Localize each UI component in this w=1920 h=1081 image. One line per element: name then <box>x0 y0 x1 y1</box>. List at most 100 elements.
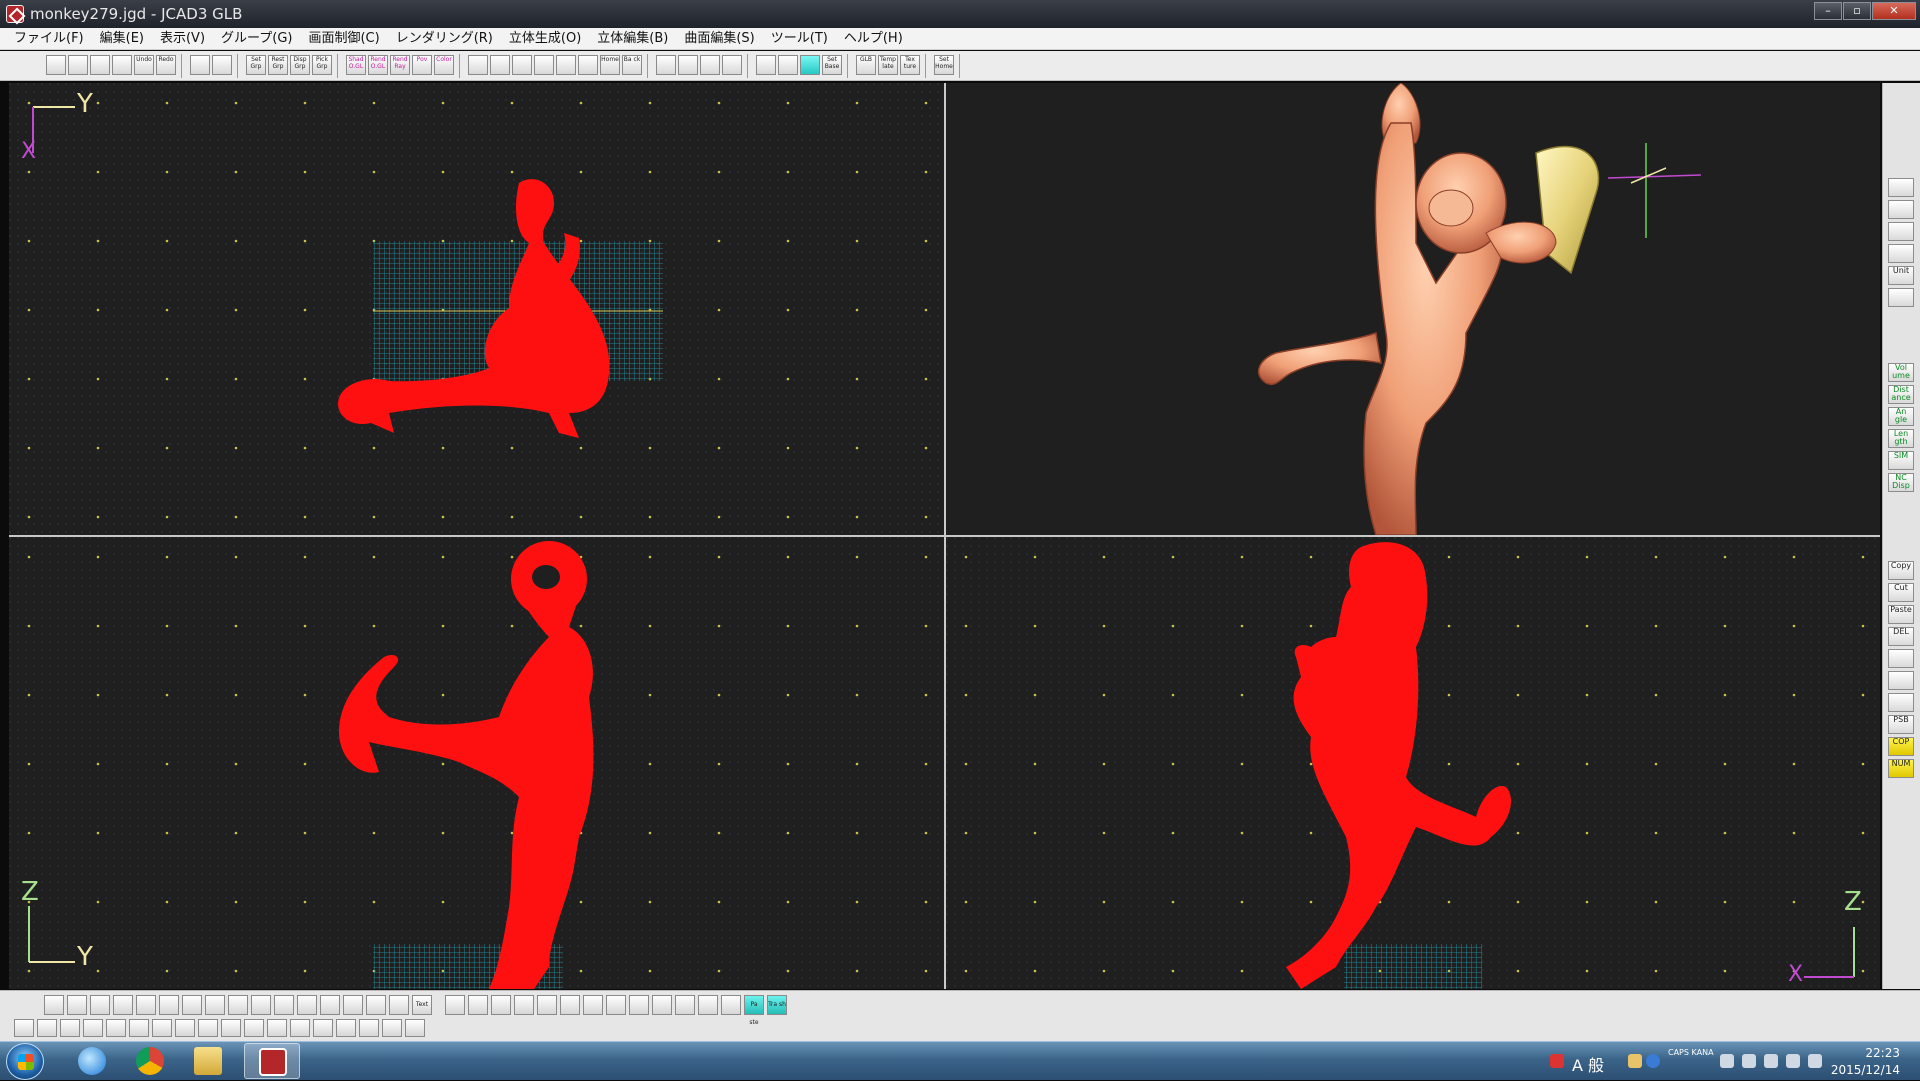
bottom-tool-5-icon[interactable] <box>159 995 179 1015</box>
taskbar-explorer[interactable] <box>180 1043 236 1079</box>
ime-indicator[interactable]: A 般 <box>1572 1052 1604 1076</box>
jcad-app-icon[interactable] <box>6 5 24 23</box>
palette-dist-ance-button[interactable]: Dist ance <box>1888 385 1914 404</box>
tray-expand-icon[interactable] <box>1720 1054 1734 1068</box>
palette-edit-4-icon[interactable] <box>1888 649 1914 668</box>
bottom-tool-20-icon[interactable] <box>514 995 534 1015</box>
bottom-tra-sh-button[interactable]: Tra sh <box>767 995 787 1015</box>
palette-copy-button[interactable]: Copy <box>1888 561 1914 580</box>
zoom-fit-icon[interactable] <box>512 55 532 75</box>
home-view-icon[interactable]: Home <box>600 55 620 75</box>
menu-view[interactable]: 表示(V) <box>152 28 213 50</box>
tray-flag-icon[interactable] <box>1764 1054 1778 1068</box>
bottom-tool-14-icon[interactable] <box>366 995 386 1015</box>
menu-screen-control[interactable]: 画面制御(C) <box>300 28 387 50</box>
bottom-tool-29-icon[interactable] <box>721 995 741 1015</box>
display-group-icon[interactable]: Disp Grp <box>290 55 310 75</box>
tray-app-icon[interactable] <box>1550 1054 1564 1068</box>
tray-display-icon[interactable] <box>1742 1054 1756 1068</box>
new-file-icon[interactable] <box>46 55 66 75</box>
palette-cut-button[interactable]: Cut <box>1888 583 1914 602</box>
redo-icon[interactable]: Redo <box>156 55 176 75</box>
bottom-row2-tool-12-icon[interactable] <box>290 1019 310 1037</box>
zoom-window-icon[interactable] <box>534 55 554 75</box>
reset-group-icon[interactable]: Rest Grp <box>268 55 288 75</box>
palette-paste-button[interactable]: Paste <box>1888 605 1914 624</box>
menu-edit[interactable]: 編集(E) <box>92 28 152 50</box>
palette-edit-6-icon[interactable] <box>1888 693 1914 712</box>
menu-solid-create[interactable]: 立体生成(O) <box>501 28 589 50</box>
bottom-tool-7-icon[interactable] <box>205 995 225 1015</box>
bottom-tool-8-icon[interactable] <box>228 995 248 1015</box>
bottom-tool-15-icon[interactable] <box>389 995 409 1015</box>
pov-icon[interactable]: Pov <box>412 55 432 75</box>
bottom-tool-19-icon[interactable] <box>491 995 511 1015</box>
set-group-icon[interactable]: Set Grp <box>246 55 266 75</box>
menu-rendering[interactable]: レンダリング(R) <box>388 28 501 50</box>
pick-group-icon[interactable]: Pick Grp <box>312 55 332 75</box>
palette-sim-button[interactable]: SIM <box>1888 451 1914 470</box>
menu-tools[interactable]: ツール(T) <box>763 28 836 50</box>
bottom-row2-tool-1-icon[interactable] <box>37 1019 57 1037</box>
bottom-tool-12-icon[interactable] <box>320 995 340 1015</box>
tray-volume-icon[interactable] <box>1808 1054 1822 1068</box>
palette-psb-button[interactable]: PSB <box>1888 715 1914 734</box>
bottom-tool-13-icon[interactable] <box>343 995 363 1015</box>
bottom-tool-0-icon[interactable] <box>44 995 64 1015</box>
bottom-tool-22-icon[interactable] <box>560 995 580 1015</box>
bottom-row2-tool-5-icon[interactable] <box>129 1019 149 1037</box>
zoom-out-icon[interactable] <box>490 55 510 75</box>
render-icon[interactable]: Rend O.GL <box>368 55 388 75</box>
group-icon[interactable] <box>190 55 210 75</box>
bottom-row2-tool-10-icon[interactable] <box>244 1019 264 1037</box>
tray-ime-pad-icon[interactable] <box>1628 1054 1642 1068</box>
bottom-tool-21-icon[interactable] <box>537 995 557 1015</box>
close-button[interactable]: ✕ <box>1872 2 1916 20</box>
top-viewport[interactable]: Y X <box>9 83 944 535</box>
undo-icon[interactable]: Undo <box>134 55 154 75</box>
bottom-row2-tool-4-icon[interactable] <box>106 1019 126 1037</box>
print-icon[interactable] <box>112 55 132 75</box>
tray-help-icon[interactable] <box>1646 1054 1660 1068</box>
search-icon[interactable] <box>678 55 698 75</box>
bottom-tool-25-icon[interactable] <box>629 995 649 1015</box>
palette-edit-5-icon[interactable] <box>1888 671 1914 690</box>
grid-icon[interactable] <box>212 55 232 75</box>
bottom-row2-tool-17-icon[interactable] <box>405 1019 425 1037</box>
bottom-row2-tool-15-icon[interactable] <box>359 1019 379 1037</box>
start-button[interactable] <box>6 1043 44 1080</box>
palette-top-5-icon[interactable] <box>1888 288 1914 307</box>
palette-unit-button[interactable]: Unit <box>1888 266 1914 285</box>
palette-top-2-icon[interactable] <box>1888 222 1914 241</box>
zoom-in-icon[interactable] <box>468 55 488 75</box>
open-folder-icon[interactable] <box>68 55 88 75</box>
zoom-box-icon[interactable] <box>556 55 576 75</box>
taskbar-chrome[interactable] <box>122 1043 178 1079</box>
menu-group[interactable]: グループ(G) <box>213 28 300 50</box>
menu-solid-edit[interactable]: 立体編集(B) <box>589 28 676 50</box>
pan-hand-icon[interactable] <box>578 55 598 75</box>
menu-surface-edit[interactable]: 曲面編集(S) <box>676 28 762 50</box>
tray-network-icon[interactable] <box>1786 1054 1800 1068</box>
bottom-tool-3-icon[interactable] <box>113 995 133 1015</box>
bottom-tool-27-icon[interactable] <box>675 995 695 1015</box>
palette-cop-button[interactable]: COP <box>1888 737 1914 756</box>
palette-top-1-icon[interactable] <box>1888 200 1914 219</box>
bottom-row2-tool-8-icon[interactable] <box>198 1019 218 1037</box>
bottom-tool-28-icon[interactable] <box>698 995 718 1015</box>
bottom-tool-17-icon[interactable] <box>445 995 465 1015</box>
measure-icon[interactable] <box>656 55 676 75</box>
bottom-row2-tool-9-icon[interactable] <box>221 1019 241 1037</box>
color-icon[interactable]: Color <box>434 55 454 75</box>
bottom-row2-tool-6-icon[interactable] <box>152 1019 172 1037</box>
palette-len-gth-button[interactable]: Len gth <box>1888 429 1914 448</box>
bottom-row2-tool-16-icon[interactable] <box>382 1019 402 1037</box>
bottom-row2-tool-0-icon[interactable] <box>14 1019 34 1037</box>
palette-del-button[interactable]: DEL <box>1888 627 1914 646</box>
snap-grid-icon[interactable] <box>778 55 798 75</box>
frame-icon[interactable] <box>722 55 742 75</box>
template-icon[interactable]: Temp late <box>878 55 898 75</box>
perspective-viewport[interactable] <box>946 83 1880 535</box>
maximize-button[interactable]: ▫ <box>1843 2 1871 20</box>
pick-icon[interactable] <box>700 55 720 75</box>
